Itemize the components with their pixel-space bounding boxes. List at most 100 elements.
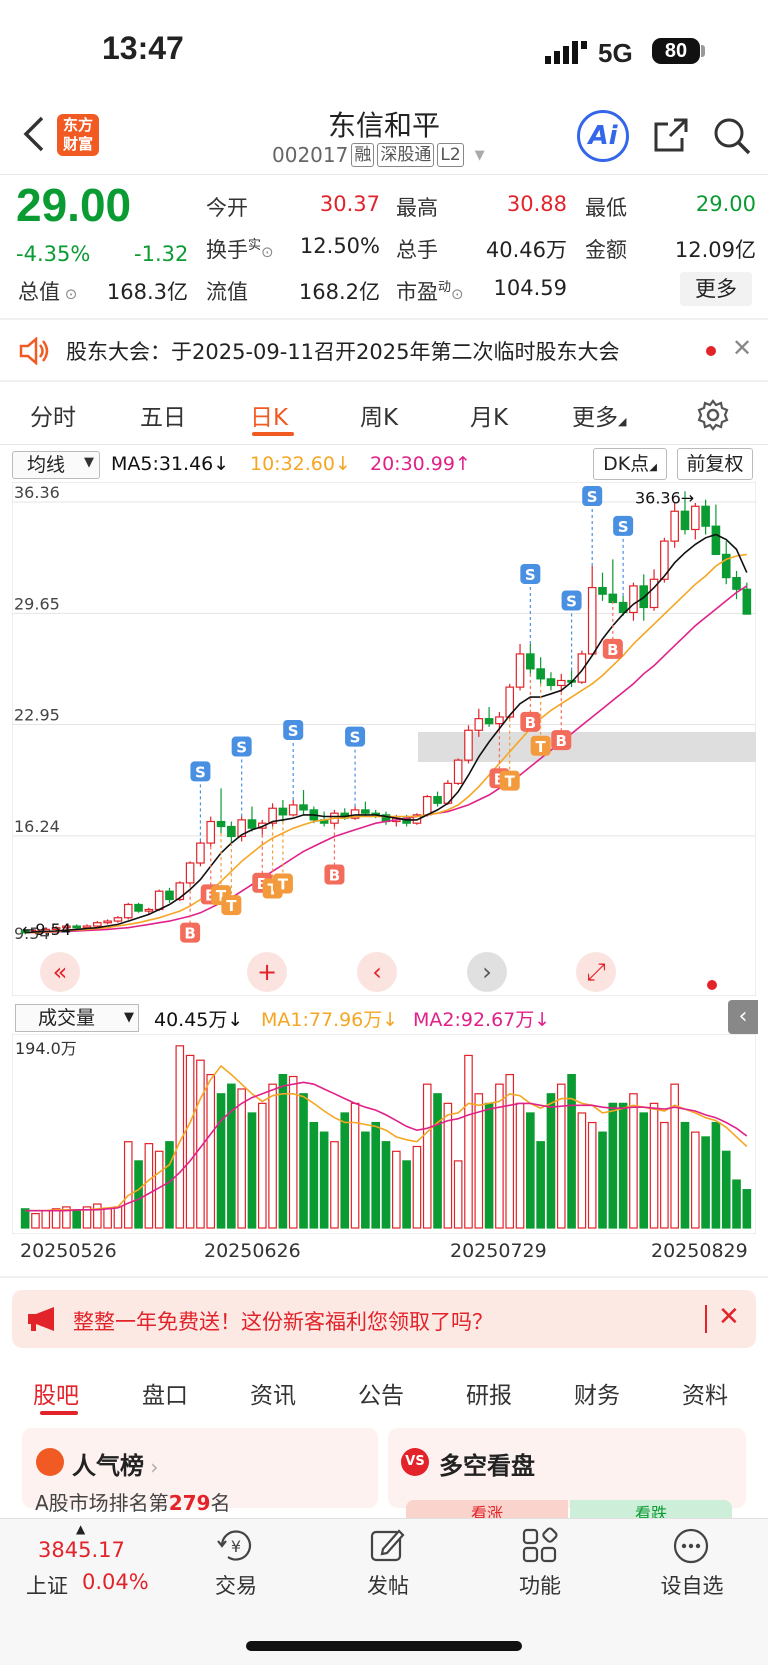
nav-add-watchlist[interactable]: 设自选: [652, 1570, 732, 1600]
triangle-icon: ◢: [649, 462, 657, 473]
tab-intraday[interactable]: 分时: [30, 398, 76, 432]
candle-body: [278, 807, 288, 816]
signal-label: T: [505, 773, 516, 791]
signal-label: B: [184, 925, 195, 943]
close-icon[interactable]: ✕: [732, 334, 752, 362]
tab-more[interactable]: 更多◢: [572, 398, 626, 432]
candle-body: [680, 510, 690, 531]
index-change[interactable]: 0.04%: [82, 1570, 149, 1594]
divider: [0, 1276, 768, 1278]
volume-bar: [515, 1102, 525, 1229]
candle-body: [113, 917, 123, 922]
index-value[interactable]: 3845.17: [38, 1538, 125, 1562]
x-label-date: 20250626: [204, 1240, 301, 1262]
volume-bar: [433, 1093, 442, 1229]
close-icon[interactable]: ✕: [718, 1302, 740, 1332]
info-icon[interactable]: ⊙: [60, 285, 78, 303]
tab-forum[interactable]: 股吧: [33, 1376, 79, 1410]
bearish-button[interactable]: 看跌: [570, 1500, 732, 1523]
volume-chart[interactable]: 194.0万: [12, 1034, 756, 1234]
y-tick-label: 36.36: [14, 483, 60, 502]
volume-bar: [134, 1160, 143, 1229]
nav-trade[interactable]: 交易: [196, 1570, 276, 1600]
candle-body: [464, 729, 473, 761]
volume-bar: [402, 1160, 411, 1229]
dropdown-icon[interactable]: ▼: [475, 148, 485, 163]
search-icon[interactable]: [712, 116, 752, 160]
tab-five-day[interactable]: 五日: [140, 398, 186, 432]
tab-order-book[interactable]: 盘口: [142, 1376, 188, 1410]
compose-icon[interactable]: [369, 1527, 407, 1569]
candle-body: [670, 510, 679, 542]
volume-bar: [721, 1150, 731, 1229]
stock-code-row[interactable]: 002017 融 深股通 L2 ▼: [272, 143, 485, 167]
popularity-title: 人气榜 ›: [72, 1446, 158, 1481]
price-adjust-button[interactable]: 前复权: [677, 448, 753, 480]
pe-label: 市盈动⊙: [396, 276, 464, 306]
low-value: 29.00: [695, 192, 756, 216]
last-price: 29.00: [16, 179, 132, 231]
arrow-down-icon: ↓: [534, 1009, 551, 1031]
vol-ma1-text: MA1:77.96万: [261, 1009, 383, 1031]
trade-icon[interactable]: ¥: [216, 1527, 256, 1569]
volume-bar: [206, 1073, 216, 1229]
collapse-panel-icon[interactable]: ‹: [728, 1000, 758, 1034]
tab-weekly-k[interactable]: 周K: [360, 398, 398, 432]
popularity-title-text: 人气榜: [72, 1452, 144, 1480]
candlestick-chart[interactable]: 36.3629.6522.9516.249.54SSS SSSSSBBB BBBBB…: [12, 482, 756, 996]
volume-bar: [505, 1073, 515, 1229]
volume-bar: [742, 1189, 752, 1229]
volume-bar: [216, 1093, 226, 1229]
candle-body: [123, 903, 133, 919]
tab-news[interactable]: 资讯: [250, 1376, 296, 1410]
divider: [0, 318, 768, 320]
signal-label: T: [226, 897, 237, 915]
high-label: 最高: [396, 196, 438, 220]
zoom-in-icon-glyph: +: [257, 958, 277, 986]
share-icon[interactable]: [652, 116, 690, 158]
volume-bar: [185, 1054, 195, 1229]
promo-text[interactable]: 整整一年免费送！这份新客福利您领取了吗？: [73, 1306, 493, 1336]
volume-bar: [422, 1083, 432, 1229]
candle-body: [82, 925, 92, 929]
dk-point-button[interactable]: DK点◢: [593, 448, 667, 480]
volume-bar: [72, 1210, 82, 1229]
gear-icon[interactable]: [697, 399, 729, 435]
index-name[interactable]: 上证: [26, 1570, 68, 1600]
candle-body: [185, 862, 195, 884]
volume-bar: [20, 1208, 30, 1229]
arrow-down-icon: ↓: [227, 1009, 244, 1031]
sentiment-title: 多空看盘: [439, 1452, 535, 1480]
volume-bar: [453, 1160, 463, 1229]
tab-monthly-k[interactable]: 月K: [470, 398, 508, 432]
ai-button[interactable]: Ai: [577, 110, 629, 162]
nav-post[interactable]: 发帖: [348, 1570, 428, 1600]
divider: [0, 174, 768, 175]
volume-bar: [371, 1121, 381, 1229]
grid-icon[interactable]: [521, 1527, 559, 1569]
volume-bar: [536, 1141, 545, 1229]
tab-research[interactable]: 研报: [466, 1376, 512, 1410]
tab-daily-k[interactable]: 日K: [250, 398, 288, 432]
chart-icon: [36, 1448, 64, 1476]
change-percent: -4.35%: [16, 242, 91, 266]
tab-financials[interactable]: 财务: [574, 1376, 620, 1410]
candle-body: [299, 804, 308, 811]
notice-text[interactable]: 股东大会：于2025-09-11召开2025年第二次临时股东大会: [66, 336, 619, 366]
rank-suffix: 名: [210, 1491, 231, 1515]
nav-functions[interactable]: 功能: [500, 1570, 580, 1600]
info-icon[interactable]: ⊙: [261, 243, 274, 261]
info-icon[interactable]: ⊙: [451, 285, 464, 303]
volume-bar: [680, 1121, 690, 1229]
next-icon-glyph: ›: [482, 958, 492, 986]
chevron-down-icon: ▼: [124, 1010, 134, 1025]
more-dots-icon[interactable]: [672, 1527, 710, 1569]
volume-bar: [31, 1213, 40, 1229]
volume-bar: [227, 1083, 236, 1229]
more-button[interactable]: 更多: [680, 272, 752, 306]
level2-tag: L2: [437, 143, 464, 167]
tab-profile[interactable]: 资料: [682, 1376, 728, 1410]
bullish-button[interactable]: 看涨: [406, 1500, 568, 1523]
volume-indicator-select[interactable]: 成交量: [15, 1004, 139, 1032]
tab-announcements[interactable]: 公告: [358, 1376, 404, 1410]
